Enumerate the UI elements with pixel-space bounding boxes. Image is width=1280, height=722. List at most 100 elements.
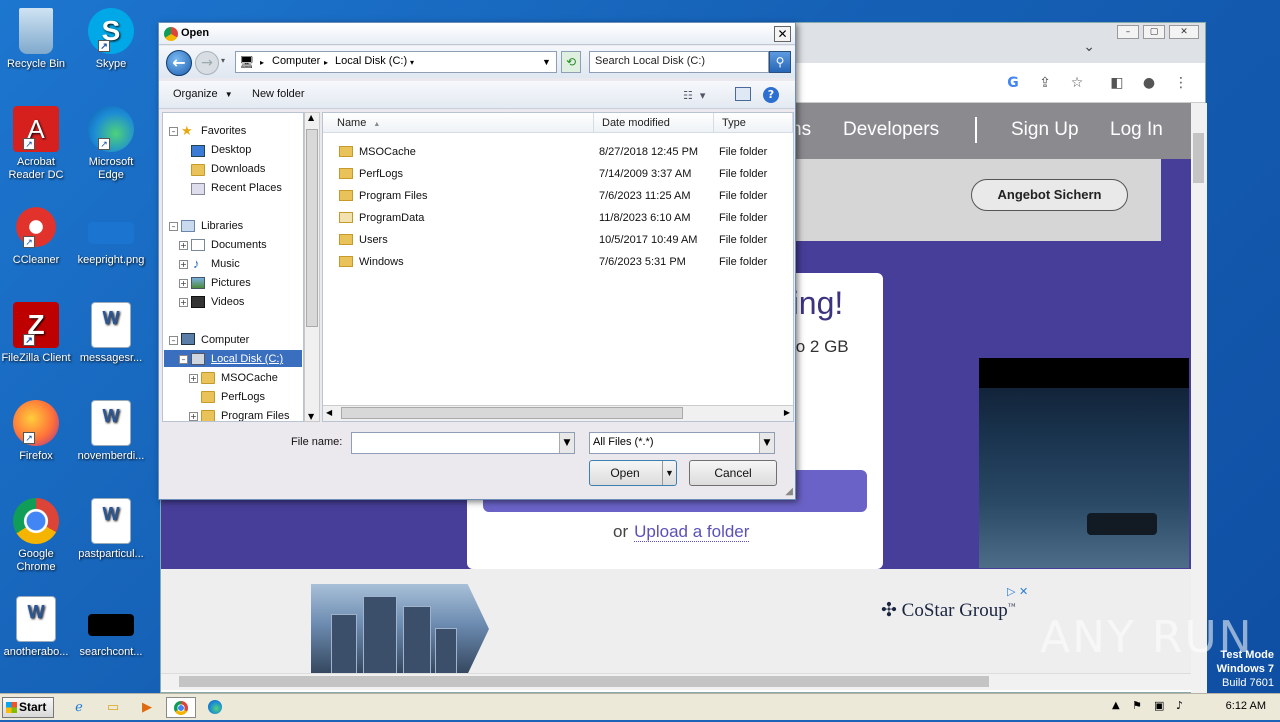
scroll-left-icon[interactable]: ◀: [326, 408, 332, 417]
desktop-icon-keepright[interactable]: keepright.png: [75, 204, 147, 267]
address-dropdown-icon[interactable]: ▼: [542, 57, 551, 67]
desktop-icon-skype[interactable]: S ↗ Skype: [75, 8, 147, 71]
nav-program-files[interactable]: Program Files: [221, 410, 289, 421]
upload-folder-link[interactable]: Upload a folder: [634, 522, 750, 542]
preview-pane-icon[interactable]: [735, 87, 751, 101]
file-type-dropdown-icon[interactable]: ▼: [759, 433, 774, 453]
file-name-input[interactable]: [351, 432, 575, 454]
file-name-dropdown-icon[interactable]: ▼: [559, 433, 574, 453]
share-icon[interactable]: ⇪: [1035, 73, 1055, 93]
start-button[interactable]: Start: [2, 697, 54, 718]
tray-flag-icon[interactable]: ⚑: [1132, 699, 1142, 712]
edge-taskbar-icon[interactable]: [202, 697, 228, 718]
open-split-chevron-icon[interactable]: ▼: [662, 461, 676, 485]
nav-local-disk[interactable]: Local Disk (C:): [211, 353, 283, 365]
recent-locations-chevron-icon[interactable]: ▾: [221, 56, 225, 65]
resize-grip-icon[interactable]: ◢: [785, 486, 793, 497]
vertical-scroll-thumb[interactable]: [1193, 133, 1204, 183]
desktop-icon-edge[interactable]: ↗ Microsoft Edge: [75, 106, 147, 182]
open-button[interactable]: Open ▼: [589, 460, 677, 486]
file-row[interactable]: Program Files 7/6/2023 11:25 AM File folde…: [323, 186, 793, 208]
expand-pictures-icon[interactable]: +: [179, 279, 188, 288]
desktop-icon-firefox[interactable]: ↗ Firefox: [0, 400, 72, 463]
nav-link-login[interactable]: Log In: [1110, 119, 1163, 141]
expand-program-files-icon[interactable]: +: [189, 412, 198, 421]
address-breadcrumb[interactable]: 🖥 ▸ Computer ▸ Local Disk (C:) ▾ ▼: [235, 51, 557, 73]
ad-brand[interactable]: ✣ CoStar Group™: [881, 599, 1016, 622]
collapse-favorites-icon[interactable]: –: [169, 127, 178, 136]
collapse-libraries-icon[interactable]: –: [169, 222, 178, 231]
nav-pane-scroll-thumb[interactable]: [306, 129, 318, 327]
nav-perflogs[interactable]: PerfLogs: [221, 391, 265, 403]
nav-link-signup[interactable]: Sign Up: [1011, 119, 1079, 141]
collapse-computer-icon[interactable]: –: [169, 336, 178, 345]
explorer-taskbar-icon[interactable]: ▭: [100, 697, 126, 718]
nav-videos[interactable]: Videos: [211, 296, 244, 308]
tab-search-chevron-icon[interactable]: ⌄: [1083, 39, 1095, 55]
new-folder-button[interactable]: New folder: [252, 88, 305, 100]
desktop-icon-filezilla[interactable]: Z ↗ FileZilla Client: [0, 302, 72, 365]
desktop-icon-searchcontent[interactable]: searchcont...: [75, 596, 147, 659]
menu-kebab-icon[interactable]: ⋮: [1171, 73, 1191, 93]
cancel-button[interactable]: Cancel: [689, 460, 777, 486]
nav-music[interactable]: Music: [211, 258, 240, 270]
desktop-icon-pastparticiple-doc[interactable]: W pastparticul...: [75, 498, 147, 561]
breadcrumb-computer[interactable]: Computer: [272, 55, 320, 67]
nav-msocache[interactable]: MSOCache: [221, 372, 278, 384]
dialog-close-button[interactable]: ✕: [774, 26, 791, 42]
vertical-scrollbar[interactable]: [1191, 103, 1207, 693]
show-hidden-icons-icon[interactable]: ▲: [1112, 700, 1120, 711]
back-button[interactable]: ←: [166, 50, 192, 76]
breadcrumb-sep-icon[interactable]: ▸: [324, 58, 328, 67]
desktop-icon-ccleaner[interactable]: ↗ CCleaner: [0, 204, 72, 267]
close-window-button[interactable]: ✕: [1169, 25, 1199, 39]
scroll-right-icon[interactable]: ▶: [784, 408, 790, 417]
nav-computer[interactable]: Computer: [201, 334, 249, 346]
dialog-titlebar[interactable]: Open ✕: [159, 23, 795, 45]
nav-libraries[interactable]: Libraries: [201, 220, 243, 232]
desktop-icon-messages-doc[interactable]: W messagesr...: [75, 302, 147, 365]
file-row[interactable]: PerfLogs 7/14/2009 3:37 AM File folder: [323, 164, 793, 186]
file-row[interactable]: MSOCache 8/27/2018 12:45 PM File folder: [323, 142, 793, 164]
media-player-taskbar-icon[interactable]: ▶: [134, 697, 160, 718]
organize-menu[interactable]: Organize ▼: [173, 88, 233, 100]
maximize-button[interactable]: ▢: [1143, 25, 1165, 39]
search-icon[interactable]: ⚲: [769, 51, 791, 73]
bookmark-star-icon[interactable]: ☆: [1067, 73, 1087, 93]
desktop-icon-november-doc[interactable]: W novemberdi...: [75, 400, 147, 463]
breadcrumb-sep-icon[interactable]: ▸: [260, 58, 264, 67]
nav-pictures[interactable]: Pictures: [211, 277, 251, 289]
horizontal-scroll-thumb[interactable]: [179, 676, 989, 687]
google-lens-icon[interactable]: G: [1003, 73, 1023, 93]
side-panel-icon[interactable]: ◧: [1107, 73, 1127, 93]
desktop-icon-recycle-bin[interactable]: Recycle Bin: [0, 8, 72, 71]
expand-msocache-icon[interactable]: +: [189, 374, 198, 383]
expand-music-icon[interactable]: +: [179, 260, 188, 269]
nav-documents[interactable]: Documents: [211, 239, 267, 251]
help-icon[interactable]: ?: [763, 87, 779, 103]
expand-videos-icon[interactable]: +: [179, 298, 188, 307]
promo-video[interactable]: [979, 358, 1189, 568]
column-header-date[interactable]: Date modified: [594, 113, 714, 133]
chrome-taskbar-icon[interactable]: [166, 697, 196, 718]
minimize-button[interactable]: –: [1117, 25, 1139, 39]
change-view-icon[interactable]: ☷ ▾: [683, 89, 705, 102]
tray-volume-icon[interactable]: ♪: [1176, 699, 1183, 712]
search-input[interactable]: Search Local Disk (C:): [589, 51, 769, 73]
nav-downloads[interactable]: Downloads: [211, 163, 265, 175]
profile-avatar-icon[interactable]: ●: [1139, 73, 1159, 93]
breadcrumb-local-disk[interactable]: Local Disk (C:): [335, 55, 407, 67]
column-header-name[interactable]: Name ▲: [323, 113, 594, 133]
desktop-icon-anotherabout-doc[interactable]: W anotherabo...: [0, 596, 72, 659]
ad-close-icon[interactable]: ▷ ✕: [1007, 585, 1028, 598]
tray-network-icon[interactable]: ▣: [1154, 699, 1164, 712]
file-row[interactable]: Windows 7/6/2023 5:31 PM File folder: [323, 252, 793, 274]
breadcrumb-sep-icon[interactable]: ▾: [410, 58, 414, 67]
expand-documents-icon[interactable]: +: [179, 241, 188, 250]
column-header-type[interactable]: Type: [714, 113, 793, 133]
angebot-sichern-button[interactable]: Angebot Sichern: [971, 179, 1128, 211]
nav-recent-places[interactable]: Recent Places: [211, 182, 282, 194]
collapse-local-disk-icon[interactable]: –: [179, 355, 188, 364]
desktop-icon-chrome[interactable]: Google Chrome: [0, 498, 72, 574]
nav-link-developers[interactable]: Developers: [843, 119, 939, 141]
